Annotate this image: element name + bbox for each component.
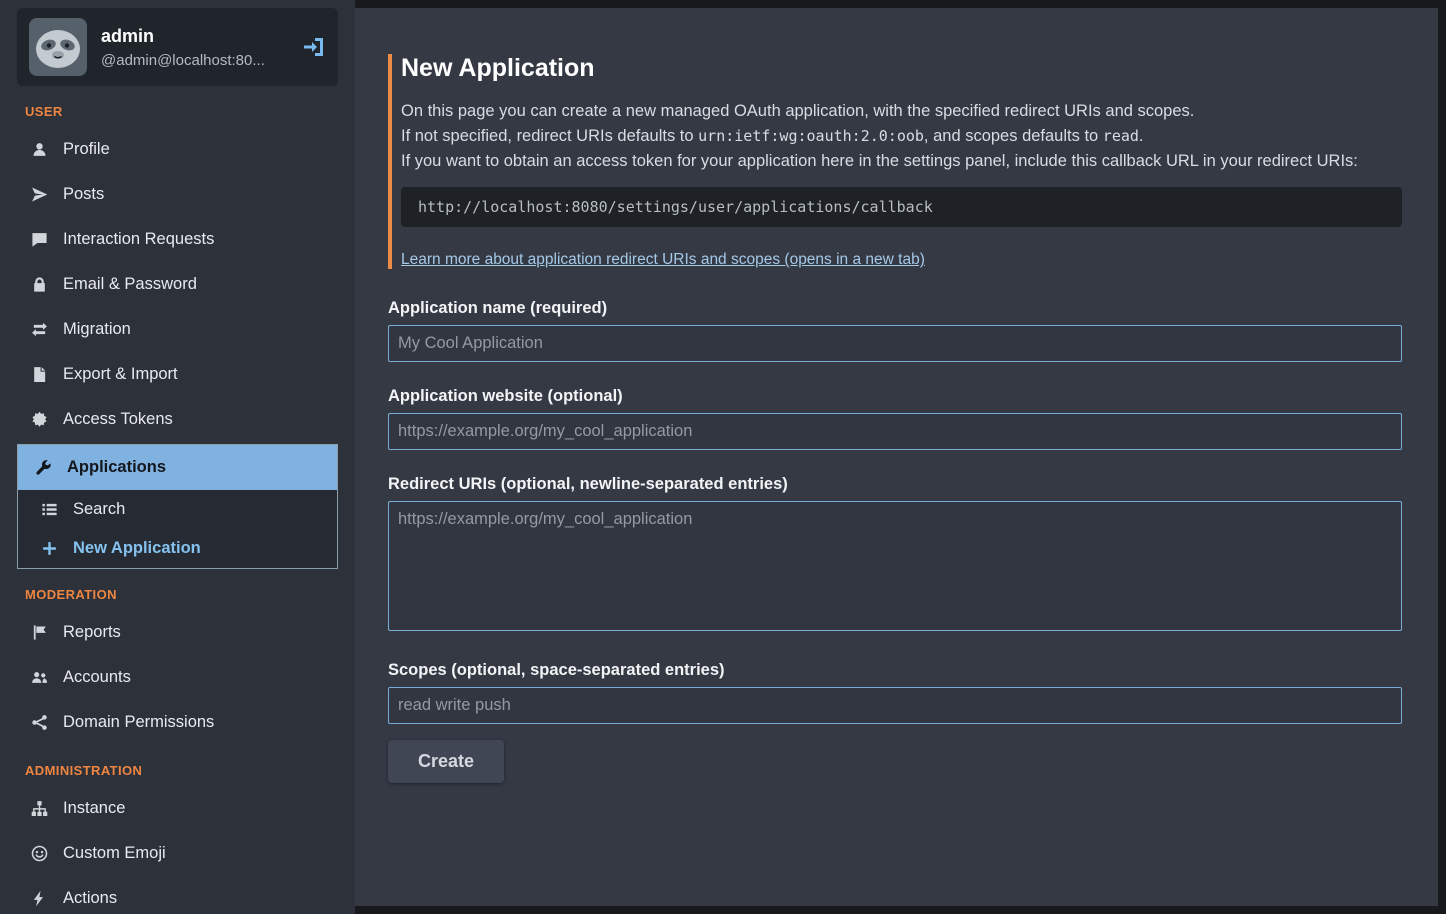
inline-code-read: read xyxy=(1103,127,1139,145)
application-name-label: Application name (required) xyxy=(388,299,1402,318)
sidebar-item-label: Domain Permissions xyxy=(63,712,214,733)
application-website-label: Application website (optional) xyxy=(388,387,1402,406)
sidebar-item-custom-emoji[interactable]: Custom Emoji xyxy=(0,831,355,876)
sidebar-item-label: Instance xyxy=(63,798,125,819)
new-application-form: Application name (required) Application … xyxy=(388,299,1402,783)
sidebar-item-interaction-requests[interactable]: Interaction Requests xyxy=(0,217,355,262)
intro-text: , and scopes defaults to xyxy=(924,127,1103,145)
sidebar-item-export-import[interactable]: Export & Import xyxy=(0,352,355,397)
sidebar-item-label: Applications xyxy=(67,457,166,478)
sidebar-item-label: Email & Password xyxy=(63,274,197,295)
applications-group: Applications Search New Application xyxy=(17,444,338,569)
share-nodes-icon xyxy=(31,714,48,731)
user-handle: @admin@localhost:80... xyxy=(101,52,288,69)
bolt-icon xyxy=(31,890,48,907)
application-website-field: Application website (optional) xyxy=(388,387,1402,450)
section-label-administration: ADMINISTRATION xyxy=(25,763,337,778)
application-name-field: Application name (required) xyxy=(388,299,1402,362)
section-label-user: USER xyxy=(25,104,337,119)
user-card[interactable]: admin @admin@localhost:80... xyxy=(17,8,338,86)
sidebar-item-label: Migration xyxy=(63,319,131,340)
sidebar-item-migration[interactable]: Migration xyxy=(0,307,355,352)
sidebar-item-label: Profile xyxy=(63,139,110,160)
create-button[interactable]: Create xyxy=(388,740,504,783)
application-name-input[interactable] xyxy=(388,325,1402,362)
sidebar-item-label: Search xyxy=(73,499,125,520)
user-icon xyxy=(31,141,48,158)
file-icon xyxy=(31,366,48,383)
sidebar-item-posts[interactable]: Posts xyxy=(0,172,355,217)
logout-icon[interactable] xyxy=(302,35,326,59)
sidebar-item-label: Access Tokens xyxy=(63,409,173,430)
flag-icon xyxy=(31,624,48,641)
intro-text-line1: On this page you can create a new manage… xyxy=(401,99,1402,124)
sidebar-item-access-tokens[interactable]: Access Tokens xyxy=(0,397,355,442)
redirect-uris-label: Redirect URIs (optional, newline-separat… xyxy=(388,475,1402,494)
sidebar: admin @admin@localhost:80... USER Profil… xyxy=(0,0,355,914)
callback-url-code-block: http://localhost:8080/settings/user/appl… xyxy=(401,187,1402,227)
sidebar-item-domain-permissions[interactable]: Domain Permissions xyxy=(0,700,355,745)
sidebar-item-applications[interactable]: Applications xyxy=(18,445,337,490)
sidebar-item-label: Custom Emoji xyxy=(63,843,166,864)
smile-icon xyxy=(31,845,48,862)
application-website-input[interactable] xyxy=(388,413,1402,450)
sitemap-icon xyxy=(31,800,48,817)
sidebar-item-label: Accounts xyxy=(63,667,131,688)
exchange-icon xyxy=(31,321,48,338)
sidebar-item-label: Interaction Requests xyxy=(63,229,214,250)
lock-icon xyxy=(31,276,48,293)
section-label-moderation: MODERATION xyxy=(25,587,337,602)
sidebar-item-applications-search[interactable]: Search xyxy=(18,490,337,529)
sidebar-item-profile[interactable]: Profile xyxy=(0,127,355,172)
sidebar-item-label: Posts xyxy=(63,184,104,205)
comment-icon xyxy=(31,231,48,248)
sidebar-item-instance[interactable]: Instance xyxy=(0,786,355,831)
main-panel: New Application On this page you can cre… xyxy=(355,8,1438,906)
scopes-label: Scopes (optional, space-separated entrie… xyxy=(388,661,1402,680)
sidebar-item-accounts[interactable]: Accounts xyxy=(0,655,355,700)
intro-text-line2: If not specified, redirect URIs defaults… xyxy=(401,124,1402,149)
user-name: admin xyxy=(101,26,288,47)
scopes-input[interactable] xyxy=(388,687,1402,724)
user-meta: admin @admin@localhost:80... xyxy=(101,26,288,69)
avatar xyxy=(29,18,87,76)
sidebar-item-email-password[interactable]: Email & Password xyxy=(0,262,355,307)
intro-text-line3: If you want to obtain an access token fo… xyxy=(401,149,1402,174)
wrench-icon xyxy=(35,459,52,476)
sidebar-item-new-application[interactable]: New Application xyxy=(18,529,337,568)
scopes-field: Scopes (optional, space-separated entrie… xyxy=(388,661,1402,724)
plus-icon xyxy=(41,540,58,557)
sidebar-item-label: New Application xyxy=(73,538,201,559)
redirect-uris-field: Redirect URIs (optional, newline-separat… xyxy=(388,475,1402,636)
paper-plane-icon xyxy=(31,186,48,203)
learn-more-link[interactable]: Learn more about application redirect UR… xyxy=(401,251,925,268)
sidebar-item-label: Actions xyxy=(63,888,117,909)
users-icon xyxy=(31,669,48,686)
sidebar-item-actions[interactable]: Actions xyxy=(0,876,355,914)
sidebar-item-reports[interactable]: Reports xyxy=(0,610,355,655)
page-title: New Application xyxy=(401,54,1402,83)
certificate-icon xyxy=(31,411,48,428)
redirect-uris-textarea[interactable] xyxy=(388,501,1402,631)
page-intro: New Application On this page you can cre… xyxy=(388,54,1402,269)
sidebar-item-label: Export & Import xyxy=(63,364,178,385)
list-icon xyxy=(41,501,58,518)
sidebar-item-label: Reports xyxy=(63,622,121,643)
intro-text: If not specified, redirect URIs defaults… xyxy=(401,127,698,145)
intro-text: . xyxy=(1139,127,1144,145)
settings-page: admin @admin@localhost:80... USER Profil… xyxy=(0,0,1446,914)
inline-code-oob: urn:ietf:wg:oauth:2.0:oob xyxy=(698,127,924,145)
